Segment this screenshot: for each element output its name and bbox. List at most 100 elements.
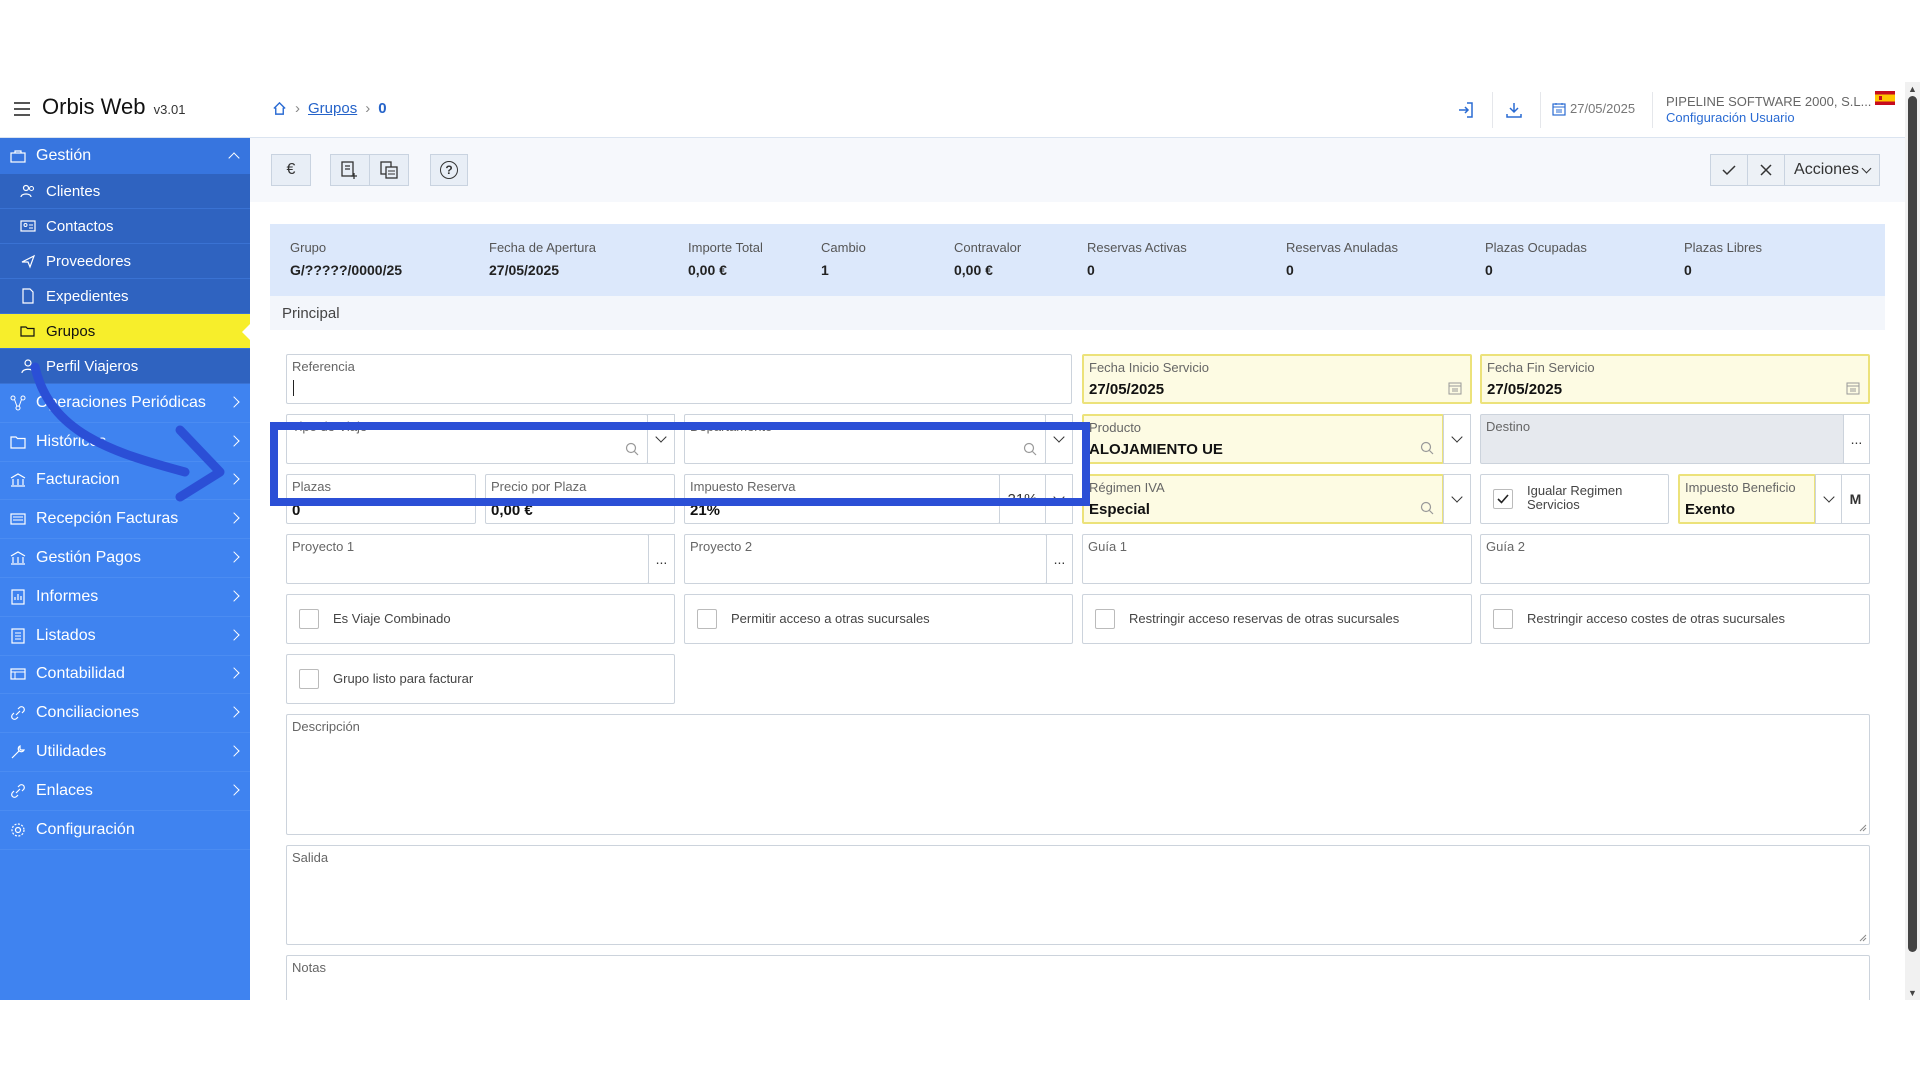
search-icon[interactable] [1420,441,1434,455]
resize-handle-icon[interactable] [1857,932,1867,942]
calendar-icon[interactable] [1448,381,1462,395]
sidebar-item-perfil-viajeros[interactable]: Perfil Viajeros [0,349,250,384]
sidebar-item-historicos[interactable]: Históricos [0,422,250,462]
sidebar-item-contabilidad[interactable]: Contabilidad [0,655,250,695]
permitir-acceso-checkbox[interactable] [697,609,717,629]
grupo-listo-checkbox[interactable] [299,669,319,689]
calendar-icon[interactable] [1846,381,1860,395]
impuesto-beneficio-input[interactable]: Impuesto Beneficio Exento [1678,474,1816,524]
proyecto1-input[interactable]: Proyecto 1 [286,534,649,584]
precio-plaza-input[interactable]: Precio por Plaza 0,00 € [485,474,675,524]
proyecto2-input[interactable]: Proyecto 2 [684,534,1047,584]
referencia-input[interactable]: Referencia [286,354,1072,404]
home-icon[interactable] [272,101,287,116]
vertical-scrollbar[interactable]: ▲ ▼ [1905,82,1920,1000]
sidebar-item-listados[interactable]: Listados [0,616,250,656]
header-date[interactable]: 27/05/2025 [1552,101,1635,116]
sidebar-item-clientes[interactable]: Clientes [0,174,250,209]
impuesto-reserva-input[interactable]: Impuesto Reserva 21% [684,474,1000,524]
copy-document-button[interactable] [369,154,409,186]
search-icon[interactable] [1023,442,1037,456]
proyecto1-more-button[interactable]: ... [648,534,675,584]
restringir-reservas-checkbox[interactable] [1095,609,1115,629]
login-icon[interactable] [1456,100,1476,120]
producto-dropdown[interactable] [1443,414,1471,464]
resize-handle-icon[interactable] [1857,822,1867,832]
confirm-button[interactable] [1710,154,1748,186]
m-button[interactable]: M [1841,474,1870,524]
config-user-link[interactable]: Configuración Usuario [1666,110,1795,125]
departamento-input[interactable]: Departamento [684,414,1046,464]
sidebar-item-conciliaciones[interactable]: Conciliaciones [0,694,250,734]
sidebar-item-configuracion[interactable]: Configuración [0,810,250,850]
sidebar-item-gestion-pagos[interactable]: Gestión Pagos [0,539,250,578]
impuesto-beneficio-dropdown[interactable] [1815,474,1842,524]
grupo-listo-field[interactable]: Grupo listo para facturar [286,654,675,704]
es-viaje-combinado-checkbox[interactable] [299,609,319,629]
sidebar-item-label: Operaciones Periódicas [36,393,206,411]
sidebar-item-facturacion[interactable]: Facturacion [0,461,250,501]
spain-flag-icon[interactable] [1875,91,1895,105]
es-viaje-combinado-field[interactable]: Es Viaje Combinado [286,594,675,644]
sidebar-item-proveedores[interactable]: Proveedores [0,244,250,279]
notas-textarea[interactable]: Notas [286,955,1870,1000]
igualar-regimen-field[interactable]: Igualar Regimen Servicios [1480,474,1669,524]
cancel-button[interactable] [1747,154,1785,186]
restringir-costes-checkbox[interactable] [1493,609,1513,629]
search-icon[interactable] [1420,501,1434,515]
sidebar-item-informes[interactable]: Informes [0,577,250,617]
descripcion-textarea[interactable]: Descripción [286,714,1870,835]
departamento-dropdown[interactable] [1045,414,1073,464]
proyecto2-more-button[interactable]: ... [1046,534,1073,584]
more-icon: ... [655,551,668,567]
fecha-inicio-input[interactable]: Fecha Inicio Servicio 27/05/2025 [1082,354,1472,404]
sidebar-item-operaciones[interactable]: Operaciones Periódicas [0,384,250,423]
scrollbar-thumb[interactable] [1908,96,1917,952]
field-label: Proyecto 2 [690,539,753,554]
breadcrumb-grupos[interactable]: Grupos [308,100,357,117]
sidebar-section-gestion[interactable]: Gestión [0,138,250,174]
sidebar-item-recepcion-facturas[interactable]: Recepción Facturas [0,500,250,540]
euro-button[interactable]: € [271,154,311,186]
restringir-reservas-field[interactable]: Restringir acceso reservas de otras sucu… [1082,594,1472,644]
sidebar-item-label: Expedientes [46,287,129,305]
fecha-fin-input[interactable]: Fecha Fin Servicio 27/05/2025 [1480,354,1870,404]
destino-more-button[interactable]: ... [1843,414,1870,464]
plane-icon [21,254,36,269]
folder-open-icon [20,326,35,337]
plazas-input[interactable]: Plazas 0 [286,474,476,524]
guia1-input[interactable]: Guía 1 [1082,534,1472,584]
menu-icon[interactable] [14,102,30,116]
sidebar-item-utilidades[interactable]: Utilidades [0,733,250,772]
users-icon [20,184,34,198]
sidebar-item-contactos[interactable]: Contactos [0,209,250,244]
help-button[interactable]: ? [430,154,468,186]
sidebar-item-expedientes[interactable]: Expedientes [0,279,250,314]
app-title: Orbis Web v3.01 [42,94,185,120]
chevron-down-icon [655,431,667,443]
tipo-viaje-dropdown[interactable] [647,414,675,464]
add-document-button[interactable] [330,154,370,186]
acciones-dropdown[interactable]: Acciones [1784,154,1880,186]
permitir-acceso-field[interactable]: Permitir acceso a otras sucursales [684,594,1073,644]
sidebar-item-enlaces[interactable]: Enlaces [0,771,250,811]
field-label: Departamento [690,419,773,434]
regimen-iva-input[interactable]: Régimen IVA Especial [1082,474,1444,524]
impuesto-reserva-dropdown[interactable] [1045,474,1073,524]
scroll-down-icon[interactable]: ▼ [1908,988,1917,998]
salida-textarea[interactable]: Salida [286,845,1870,945]
sidebar-item-grupos[interactable]: Grupos [0,314,251,349]
producto-input[interactable]: Producto ALOJAMIENTO UE [1082,414,1444,464]
search-icon[interactable] [625,442,639,456]
tipo-viaje-input[interactable]: Tipo de Viaje [286,414,648,464]
guia2-input[interactable]: Guía 2 [1480,534,1870,584]
igualar-regimen-checkbox[interactable] [1493,489,1513,509]
chevron-right-icon [228,629,240,641]
summary-value: 0,00 € [954,262,993,278]
destino-input[interactable]: Destino [1480,414,1844,464]
scroll-up-icon[interactable]: ▲ [1908,84,1917,94]
regimen-iva-dropdown[interactable] [1443,474,1471,524]
download-icon[interactable] [1504,100,1524,120]
restringir-costes-field[interactable]: Restringir acceso costes de otras sucurs… [1480,594,1870,644]
tools-icon [11,745,25,759]
